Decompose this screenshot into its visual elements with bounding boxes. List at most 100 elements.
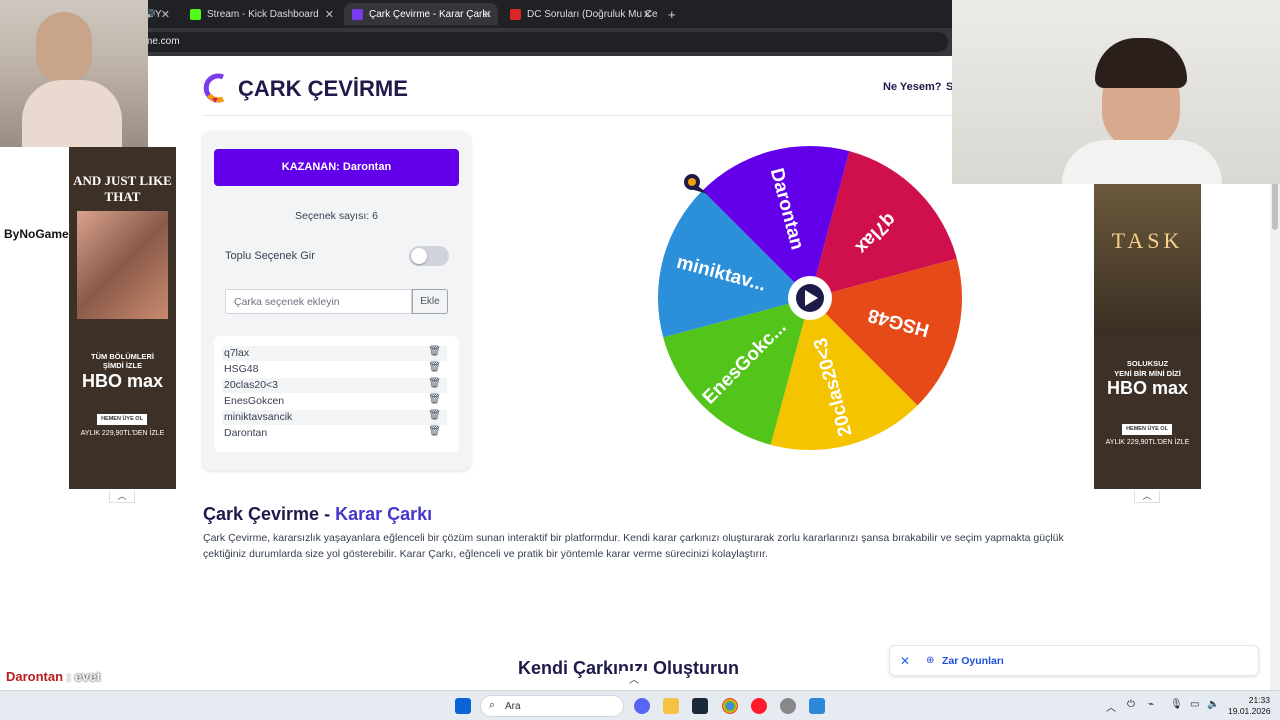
winner-banner[interactable]: KAZANAN: Darontan [214, 149, 459, 186]
option-label: HSG48 [224, 363, 259, 375]
ad-cta-button[interactable]: HEMEN ÜYE OL [1122, 424, 1172, 435]
nav-link-ne-yesem[interactable]: Ne Yesem? [883, 81, 942, 93]
about-heading-main: Çark Çevirme - [203, 504, 336, 524]
add-option-button[interactable]: Ekle [412, 289, 448, 314]
document-icon [510, 8, 521, 20]
ad-line: SOLUKSUZ [1126, 359, 1169, 368]
settings-icon[interactable] [780, 698, 796, 714]
about-heading-accent: Karar Çarkı [335, 504, 433, 524]
toggle-knob [411, 248, 427, 264]
power-icon[interactable]: ⏻ [1127, 699, 1135, 710]
chat-text: evet [74, 669, 101, 684]
dice-games-bar[interactable]: ✕ ⊕ Zar Oyunları [889, 645, 1259, 676]
new-tab-button[interactable]: + [660, 3, 680, 25]
tab-cark-cevirme[interactable]: Çark Çevirme - Karar Çarkı ✕ [344, 3, 498, 25]
ad-price: AYLIK 229,90TL'DEN İZLE [80, 430, 165, 437]
bulk-entry-label: Toplu Seçenek Gir [225, 250, 315, 262]
chrome-icon[interactable] [722, 698, 738, 714]
option-label: q7lax [224, 347, 250, 359]
header-divider [203, 115, 963, 116]
trash-icon[interactable]: 🗑 [428, 426, 441, 437]
ad-line: YENİ BİR MİNİ DİZİ [1114, 369, 1181, 378]
list-item: EnesGokcen 🗑 [222, 394, 447, 409]
tab-label: DC Soruları (Doğruluk Mu Cesa [527, 8, 658, 20]
volume-icon[interactable]: 🔈 [1207, 699, 1219, 710]
option-label: EnesGokcen [224, 395, 285, 407]
list-item: 20clas20<3 🗑 [222, 378, 447, 393]
windows-taskbar: ⌕ Ara ︿ ⏻ ⌁ 🎙 ▭ 🔈 21:33 19.01.2026 [0, 690, 1280, 720]
url-field[interactable]: carkcevirme.com [88, 32, 948, 52]
hair-shape [1095, 38, 1187, 88]
chat-username: Darontan [6, 669, 64, 684]
clock-time: 21:33 [1248, 695, 1270, 705]
close-icon[interactable]: ✕ [161, 8, 170, 21]
ad-banner-left[interactable]: AND JUST LIKE THAT TÜM BÖLÜMLERİ ŞİMDİ İ… [69, 147, 176, 489]
notepad-icon[interactable] [809, 698, 825, 714]
list-item: Darontan 🗑 [222, 426, 447, 441]
chevron-up-icon[interactable]: ︿ [1106, 699, 1116, 714]
close-icon[interactable]: ✕ [483, 8, 492, 21]
hbo-max-logo: HBO max [1106, 378, 1189, 398]
option-count: Seçenek sayısı: 6 [295, 210, 378, 222]
shoulders-shape [22, 80, 122, 147]
ad-banner-right[interactable]: TASK SOLUKSUZ YENİ BİR MİNİ DİZİ HBO max… [1094, 184, 1201, 489]
close-icon[interactable]: ✕ [900, 654, 910, 668]
discord-icon[interactable] [634, 698, 650, 714]
monitor-icon[interactable]: ▭ [1190, 699, 1199, 710]
option-input[interactable] [225, 289, 412, 314]
option-label: 20clas20<3 [224, 379, 279, 391]
taskbar-search-label: Ara [505, 701, 521, 712]
close-icon[interactable]: ✕ [643, 8, 652, 21]
windows-start-icon[interactable] [455, 698, 471, 714]
list-item: q7lax 🗑 [222, 346, 447, 361]
close-icon[interactable]: ✕ [325, 8, 334, 21]
webcam-overlay-right [952, 0, 1280, 184]
microphone-icon[interactable]: 🎙 [1170, 699, 1183, 710]
clock-date: 19.01.2026 [1228, 706, 1271, 716]
ad-show-title: TASK [1111, 228, 1184, 253]
ad-line: ŞİMDİ İZLE [102, 361, 143, 370]
trash-icon[interactable]: 🗑 [428, 394, 441, 405]
wheel-pointer-icon [684, 174, 708, 194]
list-item: miniktavsancik 🗑 [222, 410, 447, 425]
option-label: miniktavsancik [224, 411, 293, 423]
tab-label: Stream - Kick Dashboard [207, 8, 319, 20]
tab-kick-dashboard[interactable]: Stream - Kick Dashboard ✕ [182, 3, 340, 25]
chevron-up-icon[interactable]: ︿ [620, 671, 648, 687]
site-title[interactable]: ÇARK ÇEVİRME [238, 76, 408, 102]
network-icon[interactable]: ⌁ [1148, 699, 1154, 710]
steam-icon[interactable] [692, 698, 708, 714]
options-list: q7lax 🗑 HSG48 🗑 20clas20<3 🗑 EnesGokcen … [214, 336, 459, 452]
search-icon: ⌕ [489, 699, 496, 711]
plus-circle-icon: ⊕ [926, 655, 935, 666]
dice-games-link[interactable]: Zar Oyunları [942, 655, 1004, 667]
chat-overlay-message: Darontan : evet [6, 669, 101, 684]
file-explorer-icon[interactable] [663, 698, 679, 714]
tab-dc-sorulari[interactable]: DC Soruları (Doğruluk Mu Cesa ✕ [502, 3, 658, 25]
trash-icon[interactable]: 🗑 [428, 378, 441, 389]
ad-collapse-button[interactable]: ︿ [1134, 491, 1160, 503]
ad-price: AYLIK 229,90TL'DEN İZLE [1105, 439, 1190, 446]
option-label: Darontan [224, 427, 268, 439]
ad-collapse-button[interactable]: ︿ [109, 491, 135, 503]
ad-image [1094, 184, 1201, 334]
trash-icon[interactable]: 🗑 [428, 362, 441, 373]
kick-icon [190, 8, 201, 20]
tab-label: Çark Çevirme - Karar Çarkı [369, 8, 491, 20]
clock[interactable]: 21:33 19.01.2026 [1228, 695, 1271, 717]
opera-icon[interactable] [751, 698, 767, 714]
webcam-overlay-left [0, 0, 148, 147]
ad-image [77, 211, 168, 319]
ad-cta-button[interactable]: HEMEN ÜYE OL [97, 414, 147, 425]
site-logo-icon[interactable] [203, 73, 227, 105]
site-favicon-icon [352, 8, 363, 20]
about-paragraph: Çark Çevirme, kararsızlık yaşayanlara eğ… [203, 532, 1064, 560]
trash-icon[interactable]: 🗑 [428, 410, 441, 421]
taskbar-search[interactable]: ⌕ Ara [480, 695, 624, 717]
trash-icon[interactable]: 🗑 [428, 346, 441, 357]
hbo-max-logo: HBO max [81, 371, 164, 391]
sponsor-logo: ByNoGame [4, 227, 69, 241]
about-heading: Çark Çevirme - Karar Çarkı [203, 504, 432, 525]
shoulders-shape [1062, 140, 1222, 184]
ad-line: TÜM BÖLÜMLERİ [91, 352, 154, 361]
